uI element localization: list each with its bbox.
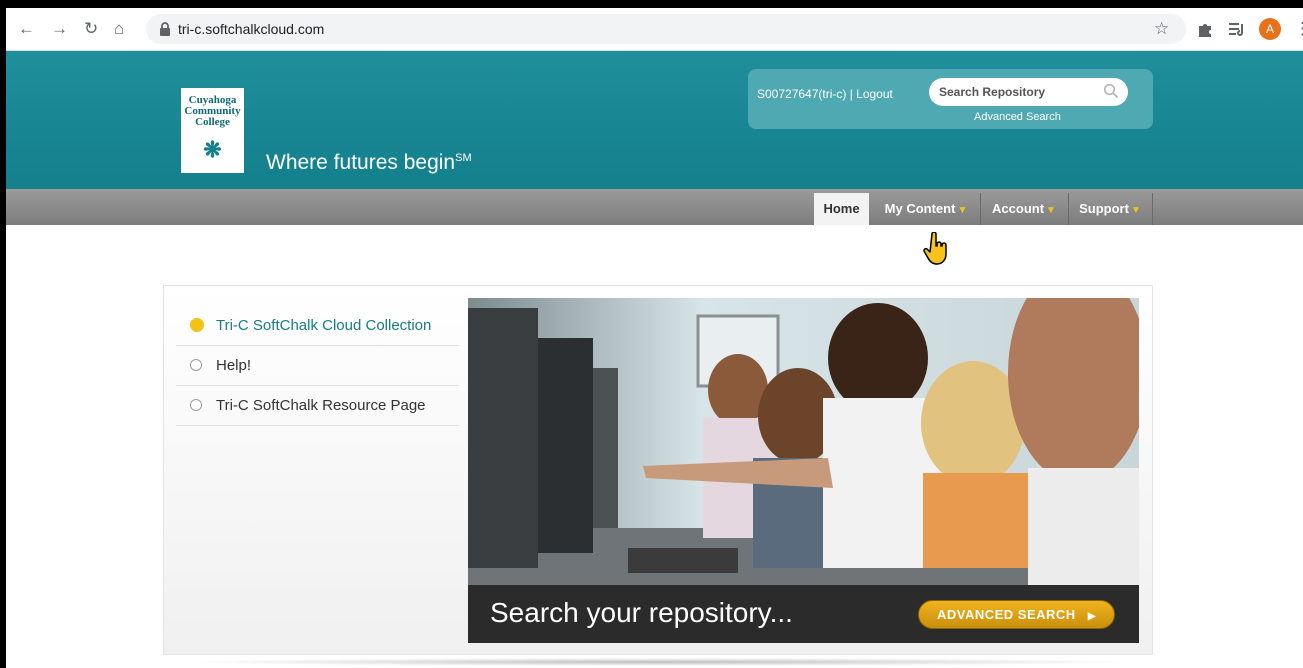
chevron-down-icon: ▼: [1046, 205, 1056, 216]
nav-home-label: Home: [823, 201, 860, 216]
site-header: Cuyahoga Community College ❋ Where futur…: [6, 51, 1303, 189]
user-search-box: S00727647(tri-c) | Logout Advanced Searc…: [748, 69, 1153, 129]
service-mark: SM: [455, 152, 472, 164]
list-item-label: Tri-C SoftChalk Cloud Collection: [216, 317, 432, 334]
advanced-search-button[interactable]: ADVANCED SEARCH ▶: [918, 600, 1115, 629]
search-icon[interactable]: [1103, 83, 1119, 99]
students-photo: [468, 298, 1139, 585]
tagline-text: Where futures begin: [266, 151, 456, 174]
search-banner: Search your repository... ADVANCED SEARC…: [468, 585, 1139, 643]
collection-list: Tri-C SoftChalk Cloud Collection Help! T…: [176, 306, 459, 426]
tagline: Where futures beginSM: [266, 151, 472, 175]
chevron-down-icon: ▼: [957, 205, 968, 216]
advanced-search-button-label: ADVANCED SEARCH: [936, 607, 1076, 622]
logo-line-3: College: [195, 116, 230, 128]
nav-support-label: Support: [1079, 201, 1129, 216]
extensions-icon[interactable]: [1196, 20, 1214, 38]
browser-window: ← → ↻ ⌂ tri-c.softchalkcloud.com ☆ A ⋮ C…: [6, 8, 1303, 668]
nav-my-content[interactable]: My Content ▼: [873, 193, 979, 225]
advanced-search-link[interactable]: Advanced Search: [974, 111, 1061, 123]
user-logout-link[interactable]: S00727647(tri-c) | Logout: [757, 87, 893, 101]
snowflake-icon: ❋: [203, 137, 222, 162]
menu-icon[interactable]: ⋮: [1294, 18, 1303, 40]
forward-icon[interactable]: →: [51, 18, 68, 40]
list-item-help[interactable]: Help!: [176, 346, 459, 386]
chevron-down-icon: ▼: [1130, 205, 1141, 216]
lock-icon: [160, 22, 170, 36]
home-icon[interactable]: ⌂: [114, 18, 124, 40]
nav-home[interactable]: Home: [814, 193, 869, 225]
star-icon[interactable]: ☆: [1154, 18, 1169, 40]
nav-support[interactable]: Support ▼: [1069, 193, 1151, 225]
banner-text: Search your repository...: [490, 597, 793, 628]
url-text: tri-c.softchalkcloud.com: [178, 21, 325, 37]
back-icon[interactable]: ←: [18, 18, 35, 40]
nav-divider: [1152, 193, 1153, 225]
reload-icon[interactable]: ↻: [84, 18, 98, 40]
reading-list-icon[interactable]: [1228, 21, 1246, 37]
browser-toolbar: ← → ↻ ⌂ tri-c.softchalkcloud.com ☆ A ⋮: [6, 8, 1303, 51]
list-item-label: Tri-C SoftChalk Resource Page: [216, 397, 426, 414]
nav-my-content-label: My Content: [884, 201, 956, 216]
radio-dot-icon: [190, 359, 202, 371]
play-arrow-icon: ▶: [1087, 611, 1097, 622]
list-item-cloud-collection[interactable]: Tri-C SoftChalk Cloud Collection: [176, 306, 459, 346]
hand-cursor-icon: [923, 232, 947, 265]
search-input[interactable]: [929, 78, 1128, 106]
nav-account[interactable]: Account ▼: [981, 193, 1067, 225]
profile-avatar[interactable]: A: [1259, 18, 1281, 40]
list-item-label: Help!: [216, 357, 252, 374]
nav-account-label: Account: [992, 201, 1045, 216]
panel-shadow: [181, 658, 1136, 666]
college-logo[interactable]: Cuyahoga Community College ❋: [181, 88, 244, 173]
hero-image: Search your repository... ADVANCED SEARC…: [468, 298, 1139, 643]
main-nav: Home My Content ▼ Account ▼ Support ▼: [6, 189, 1303, 225]
radio-dot-icon: [190, 318, 204, 332]
radio-dot-icon: [190, 399, 202, 411]
list-item-resource-page[interactable]: Tri-C SoftChalk Resource Page: [176, 386, 459, 426]
address-bar[interactable]: tri-c.softchalkcloud.com: [146, 14, 1186, 44]
